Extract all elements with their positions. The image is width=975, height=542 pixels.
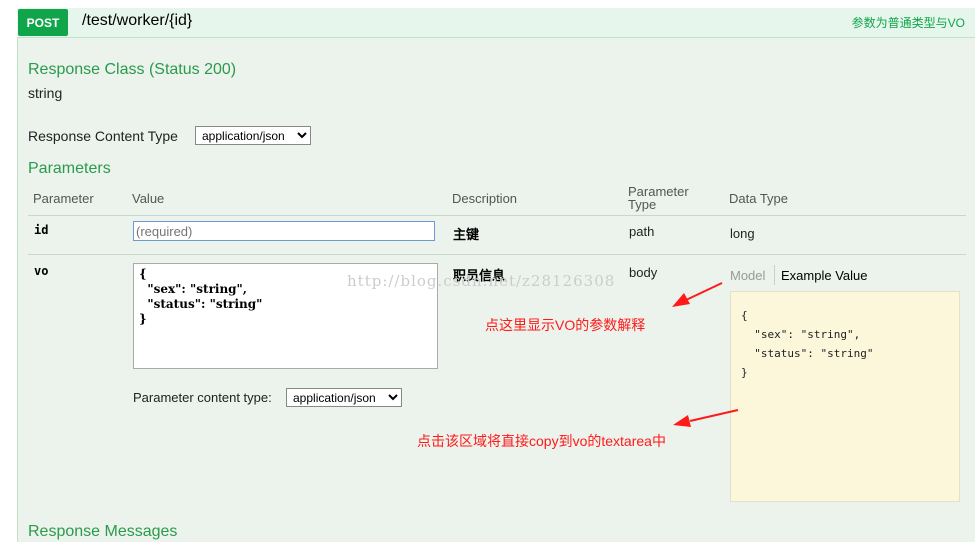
annotation-arrows — [672, 282, 739, 427]
arrow-to-example-box — [673, 409, 739, 427]
arrow-to-model-tab — [672, 282, 723, 307]
response-messages-title: Response Messages — [28, 523, 178, 540]
